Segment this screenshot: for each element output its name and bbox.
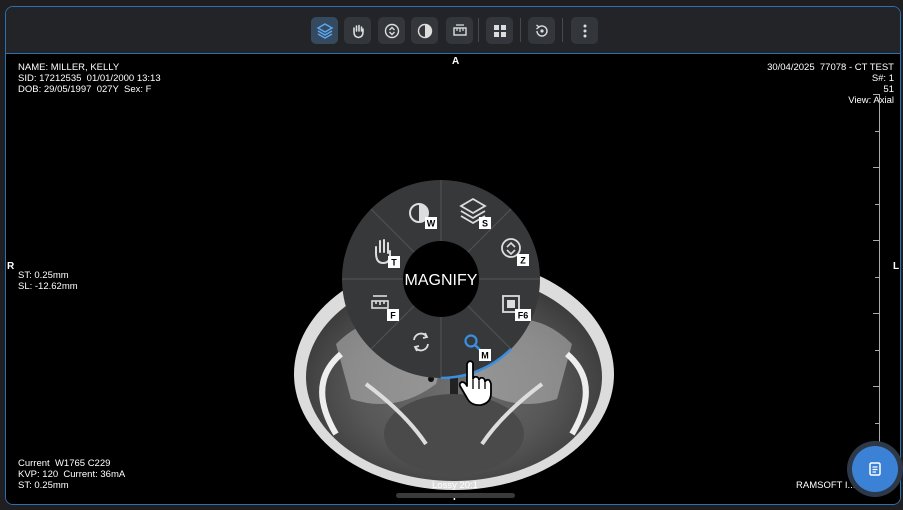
frame-scrollbar[interactable] <box>396 493 515 498</box>
kvp-readout: KVP: 120 Current: 36mA <box>18 469 126 480</box>
radial-menu: MAGNIFY W S Z F6 M F T <box>342 180 540 379</box>
window-level-button[interactable] <box>411 17 438 44</box>
notes-fab-inner <box>852 446 898 492</box>
ruler-icon <box>452 23 467 36</box>
pointer-hand-cursor <box>458 360 492 407</box>
patient-dob: DOB: 29/05/1997 027Y Sex: F <box>18 84 152 95</box>
grid-icon <box>493 24 506 37</box>
institution-label: RAMSOFT I... <box>796 480 856 491</box>
orientation-top: A <box>452 56 460 67</box>
series-number: S#: 1 <box>871 73 894 84</box>
more-button[interactable] <box>571 17 598 44</box>
acq-slice-thickness: ST: 0.25mm <box>18 480 69 491</box>
reset-button[interactable] <box>528 17 555 44</box>
orientation-left: R <box>7 261 15 272</box>
toolbar <box>6 7 900 54</box>
notes-fab[interactable] <box>847 441 903 497</box>
study-date-line: 30/04/2025 77078 - CT TEST <box>767 62 894 73</box>
pan-button[interactable] <box>344 17 371 44</box>
key-w: W <box>427 219 436 229</box>
radial-center-label: MAGNIFY <box>405 272 478 289</box>
measure-button[interactable] <box>446 17 473 44</box>
image-number: 51 <box>883 84 894 95</box>
key-s: S <box>482 219 488 229</box>
key-f: F <box>390 311 396 321</box>
image-viewport[interactable]: MAGNIFY W S Z F6 M F T NAME: MILLER, KEL… <box>6 54 900 504</box>
window-level-readout: Current W1765 C229 <box>18 458 111 469</box>
rotate-reset-icon <box>535 23 548 37</box>
stack-layers-button[interactable] <box>311 17 338 44</box>
scroll-button[interactable] <box>378 17 405 44</box>
slice-thickness: ST: 0.25mm <box>18 270 69 281</box>
patient-name: NAME: MILLER, KELLY <box>18 62 120 73</box>
layout-button[interactable] <box>486 17 513 44</box>
layers-icon <box>315 22 334 39</box>
contrast-icon <box>417 23 432 38</box>
slice-location: SL: -12.62mm <box>18 281 78 292</box>
toolbar-divider <box>520 18 521 42</box>
document-icon <box>869 462 881 476</box>
scroll-icon <box>384 23 399 38</box>
viewer-window: MAGNIFY W S Z F6 M F T NAME: MILLER, KEL… <box>5 6 901 505</box>
more-vertical-icon <box>583 24 586 37</box>
scale-ruler <box>869 94 880 459</box>
key-t: T <box>391 258 397 268</box>
compression-label: Lossy 20:1 <box>432 480 478 491</box>
key-f6: F6 <box>518 311 529 321</box>
key-z: Z <box>520 256 526 266</box>
orientation-right: L <box>893 261 900 272</box>
toolbar-divider <box>478 18 479 42</box>
patient-sid: SID: 17212535 01/01/2000 13:13 <box>18 73 161 84</box>
toolbar-divider <box>562 18 563 42</box>
hand-icon <box>352 24 364 38</box>
